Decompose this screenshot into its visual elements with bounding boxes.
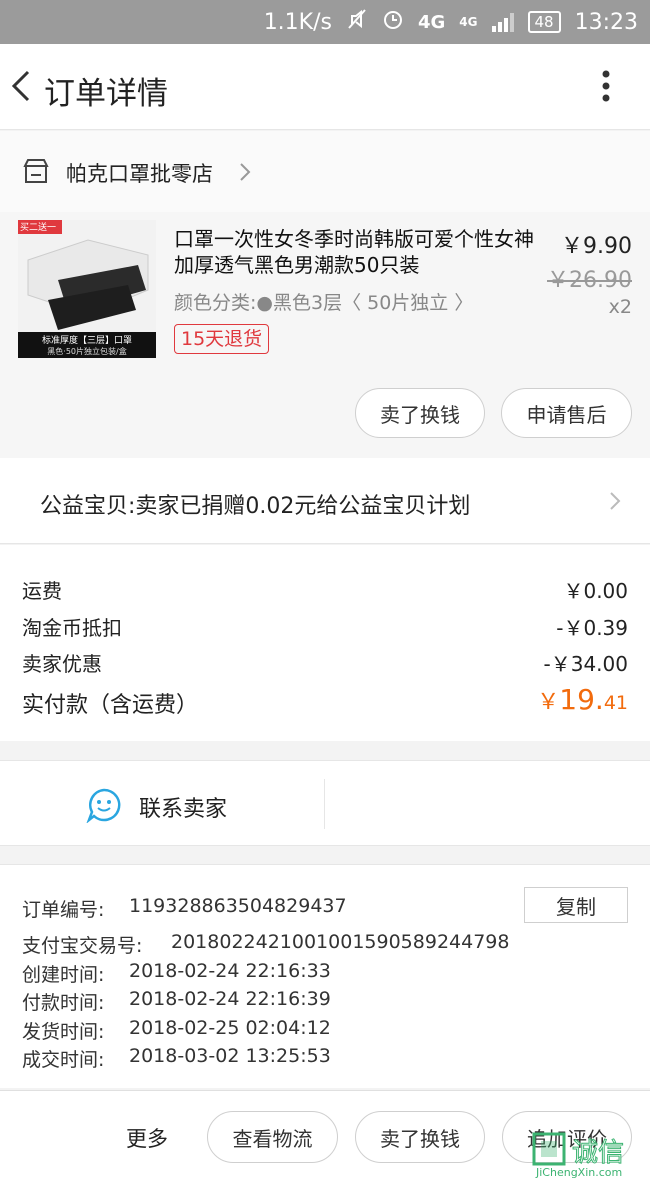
fee-row-seller-discount: 卖家优惠 -￥34.00 [22, 644, 628, 680]
paid-value: 2018-02-24 22:16:39 [129, 988, 331, 1010]
total-decimal: 41 [603, 692, 628, 714]
shipped-label: 发货时间: [22, 1021, 105, 1043]
view-logistics-button[interactable]: 查看物流 [207, 1111, 338, 1163]
fee-row-total: 实付款（含运费） ￥19.41 [22, 683, 628, 727]
shipping-value: ￥0.00 [563, 579, 628, 603]
alipay-label: 支付宝交易号: [22, 935, 143, 957]
coin-discount-label: 淘金币抵扣 [22, 616, 122, 640]
fee-row-coin: 淘金币抵扣 -￥0.39 [22, 608, 628, 644]
mute-icon [346, 8, 368, 36]
total-currency: ￥ [537, 690, 560, 715]
return-policy-badge: 15天退货 [174, 324, 270, 354]
title-bar: 订单详情 [0, 44, 650, 130]
product-item: 买二送一 标准厚度【三层】口罩 黑色·50片独立包装/盒 口罩一次性女冬季时尚韩… [0, 212, 650, 458]
alarm-icon [382, 8, 404, 36]
sell-for-cash-button[interactable]: 卖了换钱 [355, 1111, 485, 1163]
charity-text: 公益宝贝:卖家已捐赠0.02元给公益宝贝计划 [40, 494, 471, 519]
product-image-caption: 标准厚度【三层】口罩 [41, 336, 132, 346]
product-image-tag: 买二送一 [20, 223, 57, 233]
more-button[interactable]: 更多 [126, 1123, 168, 1153]
network-type-2: 4G [459, 15, 478, 29]
product-image[interactable]: 买二送一 标准厚度【三层】口罩 黑色·50片独立包装/盒 [18, 220, 156, 358]
fee-summary: 运费 ￥0.00 淘金币抵扣 -￥0.39 卖家优惠 -￥34.00 实付款（含… [0, 545, 650, 741]
seller-discount-label: 卖家优惠 [22, 652, 102, 676]
total-value: ￥19.41 [537, 683, 628, 716]
more-vertical-icon[interactable] [596, 68, 616, 108]
fee-row-shipping: 运费 ￥0.00 [22, 571, 628, 607]
network-type-1: 4G [417, 11, 446, 33]
shipped-value: 2018-02-25 02:04:12 [129, 1017, 331, 1039]
alipay-value: 2018022421001001590589244798 [171, 931, 510, 953]
paid-label: 付款时间: [22, 992, 105, 1014]
completed-value: 2018-03-02 13:25:53 [129, 1045, 331, 1067]
sell-for-cash-button[interactable]: 卖了换钱 [355, 388, 485, 438]
coin-discount-value: -￥0.39 [556, 616, 628, 640]
chevron-right-icon [238, 161, 252, 183]
back-arrow-icon[interactable] [8, 66, 36, 106]
after-sale-button[interactable]: 申请售后 [501, 388, 632, 438]
total-label: 实付款（含运费） [22, 693, 199, 718]
created-value: 2018-02-24 22:16:33 [129, 960, 331, 982]
order-info: 订单编号: 119328863504829437 复制 支付宝交易号: 2018… [0, 864, 650, 1088]
battery-indicator: 48 [527, 11, 561, 33]
page-title: 订单详情 [44, 76, 168, 112]
network-speed: 1.1K/s [263, 9, 332, 35]
status-bar: 1.1K/s 4G 4G 48 13:23 [0, 0, 650, 44]
site-watermark: 诚信 JiChengXin.com [532, 1132, 650, 1181]
total-integer: 19. [559, 683, 604, 716]
contact-bar: 联系卖家 [0, 760, 650, 846]
product-title[interactable]: 口罩一次性女冬季时尚韩版可爱个性女神加厚透气黑色男潮款50只装 [174, 226, 534, 278]
divider [324, 779, 325, 829]
shop-name: 帕克口罩批零店 [66, 162, 213, 186]
shipping-label: 运费 [22, 579, 62, 603]
copy-button[interactable]: 复制 [524, 887, 628, 923]
seller-discount-value: -￥34.00 [543, 652, 628, 676]
chevron-right-icon [608, 490, 622, 512]
chat-bubble-icon[interactable] [86, 787, 122, 824]
product-original-price: ￥26.90 [547, 268, 632, 293]
shop-row[interactable]: 帕克口罩批零店 [0, 131, 650, 212]
product-spec: 颜色分类:●黑色3层〈 50片独立 〉 [174, 292, 474, 314]
product-quantity: x2 [608, 296, 632, 318]
completed-label: 成交时间: [22, 1049, 105, 1071]
product-image-subcaption: 黑色·50片独立包装/盒 [47, 347, 127, 356]
clock: 13:23 [574, 9, 638, 35]
signal-icon [491, 12, 514, 32]
shop-icon [22, 157, 50, 185]
order-number-value: 119328863504829437 [129, 895, 347, 917]
watermark-brand: 诚信 [571, 1138, 625, 1169]
order-number-label: 订单编号: [22, 899, 105, 921]
contact-seller-button[interactable]: 联系卖家 [139, 791, 227, 823]
charity-row[interactable]: 公益宝贝:卖家已捐赠0.02元给公益宝贝计划 [0, 458, 650, 544]
product-price: ￥9.90 [561, 234, 632, 259]
created-label: 创建时间: [22, 964, 105, 986]
watermark-url: JiChengXin.com [536, 1166, 623, 1179]
